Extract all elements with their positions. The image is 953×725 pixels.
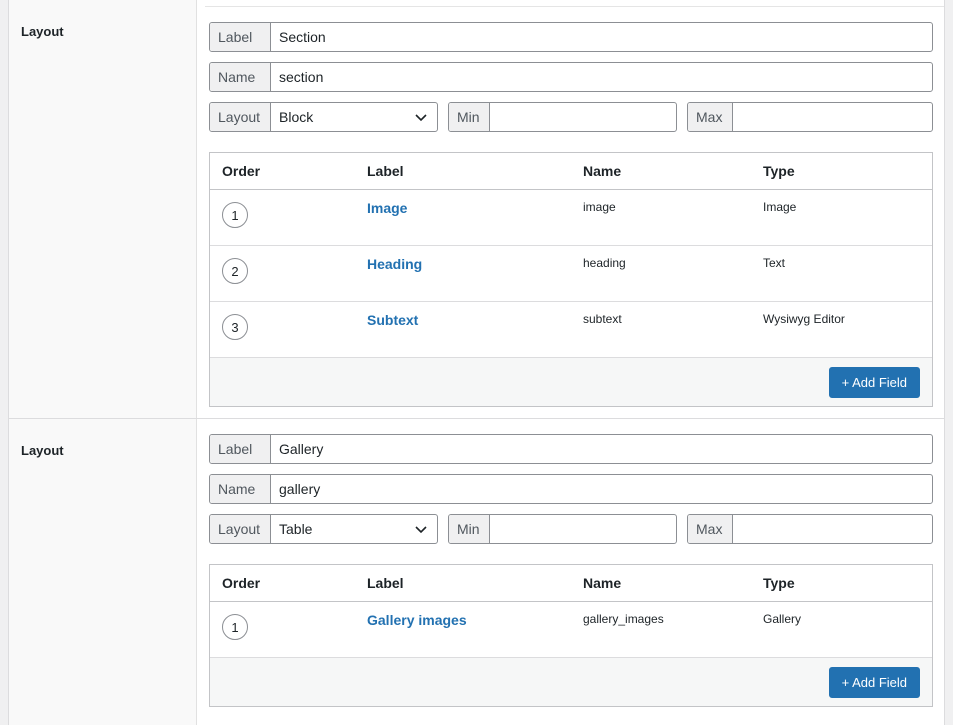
layout-block-section: Layout Label Section Name section Layout…	[9, 0, 944, 418]
min-input[interactable]	[490, 515, 676, 543]
layout-prefix: Layout	[210, 103, 271, 131]
table-row: 1 Gallery images gallery_images Gallery	[210, 602, 932, 658]
order-badge[interactable]: 3	[222, 314, 248, 340]
min-prefix: Min	[449, 103, 490, 131]
name-input[interactable]: section	[271, 63, 932, 91]
layout-select[interactable]: Layout Table	[209, 514, 438, 544]
chevron-down-icon	[415, 526, 427, 534]
order-badge[interactable]: 2	[222, 258, 248, 284]
table-row: 3 Subtext subtext Wysiwyg Editor	[210, 302, 932, 358]
name-field[interactable]: Name gallery	[209, 474, 933, 504]
name-input[interactable]: gallery	[271, 475, 932, 503]
layout-select-value[interactable]: Table	[271, 515, 437, 543]
max-field[interactable]: Max	[687, 514, 933, 544]
min-field[interactable]: Min	[448, 514, 677, 544]
layout-label-column: Layout	[9, 419, 197, 725]
add-field-button[interactable]: + Add Field	[828, 667, 920, 698]
table-header: Order Label Name Type	[210, 153, 932, 190]
label-field[interactable]: Label Section	[209, 22, 933, 52]
chevron-down-icon	[415, 114, 427, 122]
field-label-link[interactable]: Subtext	[367, 312, 418, 328]
min-field[interactable]: Min	[448, 102, 677, 132]
column-type: Type	[763, 163, 795, 179]
order-badge[interactable]: 1	[222, 202, 248, 228]
field-type: Image	[763, 200, 797, 214]
label-prefix: Label	[210, 435, 271, 463]
fields-table: Order Label Name Type 1 Image image Imag…	[209, 152, 933, 407]
label-field[interactable]: Label Gallery	[209, 434, 933, 464]
table-footer: + Add Field	[210, 658, 932, 706]
field-name: gallery_images	[583, 612, 664, 626]
field-type: Text	[763, 256, 786, 270]
min-input[interactable]	[490, 103, 676, 131]
order-badge[interactable]: 1	[222, 614, 248, 640]
max-prefix: Max	[688, 103, 733, 131]
field-type: Wysiwyg Editor	[763, 312, 845, 326]
layout-label-column: Layout	[9, 0, 197, 418]
divider	[205, 6, 944, 7]
name-field[interactable]: Name section	[209, 62, 933, 92]
layout-select[interactable]: Layout Block	[209, 102, 438, 132]
layout-selected: Block	[279, 109, 314, 125]
column-name: Name	[583, 575, 622, 591]
column-order: Order	[222, 575, 261, 591]
column-type: Type	[763, 575, 795, 591]
column-name: Name	[583, 163, 622, 179]
field-name: heading	[583, 256, 626, 270]
field-label-link[interactable]: Image	[367, 200, 407, 216]
block-separator	[8, 418, 945, 419]
layout-heading: Layout	[21, 24, 64, 39]
name-prefix: Name	[210, 475, 271, 503]
max-input[interactable]	[733, 515, 932, 543]
layout-heading: Layout	[21, 443, 64, 458]
label-input[interactable]: Section	[271, 23, 932, 51]
table-header: Order Label Name Type	[210, 565, 932, 602]
field-label-link[interactable]: Gallery images	[367, 612, 467, 628]
layout-prefix: Layout	[210, 515, 271, 543]
column-order: Order	[222, 163, 261, 179]
table-row: 2 Heading heading Text	[210, 246, 932, 302]
field-name: image	[583, 200, 616, 214]
field-name: subtext	[583, 312, 622, 326]
table-row: 1 Image image Image	[210, 190, 932, 246]
min-prefix: Min	[449, 515, 490, 543]
table-footer: + Add Field	[210, 358, 932, 406]
fields-table: Order Label Name Type 1 Gallery images g…	[209, 564, 933, 707]
add-field-button[interactable]: + Add Field	[828, 367, 920, 398]
layout-select-value[interactable]: Block	[271, 103, 437, 131]
layout-selected: Table	[279, 521, 313, 537]
field-type: Gallery	[763, 612, 802, 626]
layouts-panel: Layout Label Section Name section Layout…	[8, 0, 945, 725]
label-prefix: Label	[210, 23, 271, 51]
column-label: Label	[367, 163, 404, 179]
max-input[interactable]	[733, 103, 932, 131]
column-label: Label	[367, 575, 404, 591]
name-prefix: Name	[210, 63, 271, 91]
max-field[interactable]: Max	[687, 102, 933, 132]
field-label-link[interactable]: Heading	[367, 256, 422, 272]
layout-block-gallery: Layout Label Gallery Name gallery Layout…	[9, 419, 944, 725]
max-prefix: Max	[688, 515, 733, 543]
label-input[interactable]: Gallery	[271, 435, 932, 463]
